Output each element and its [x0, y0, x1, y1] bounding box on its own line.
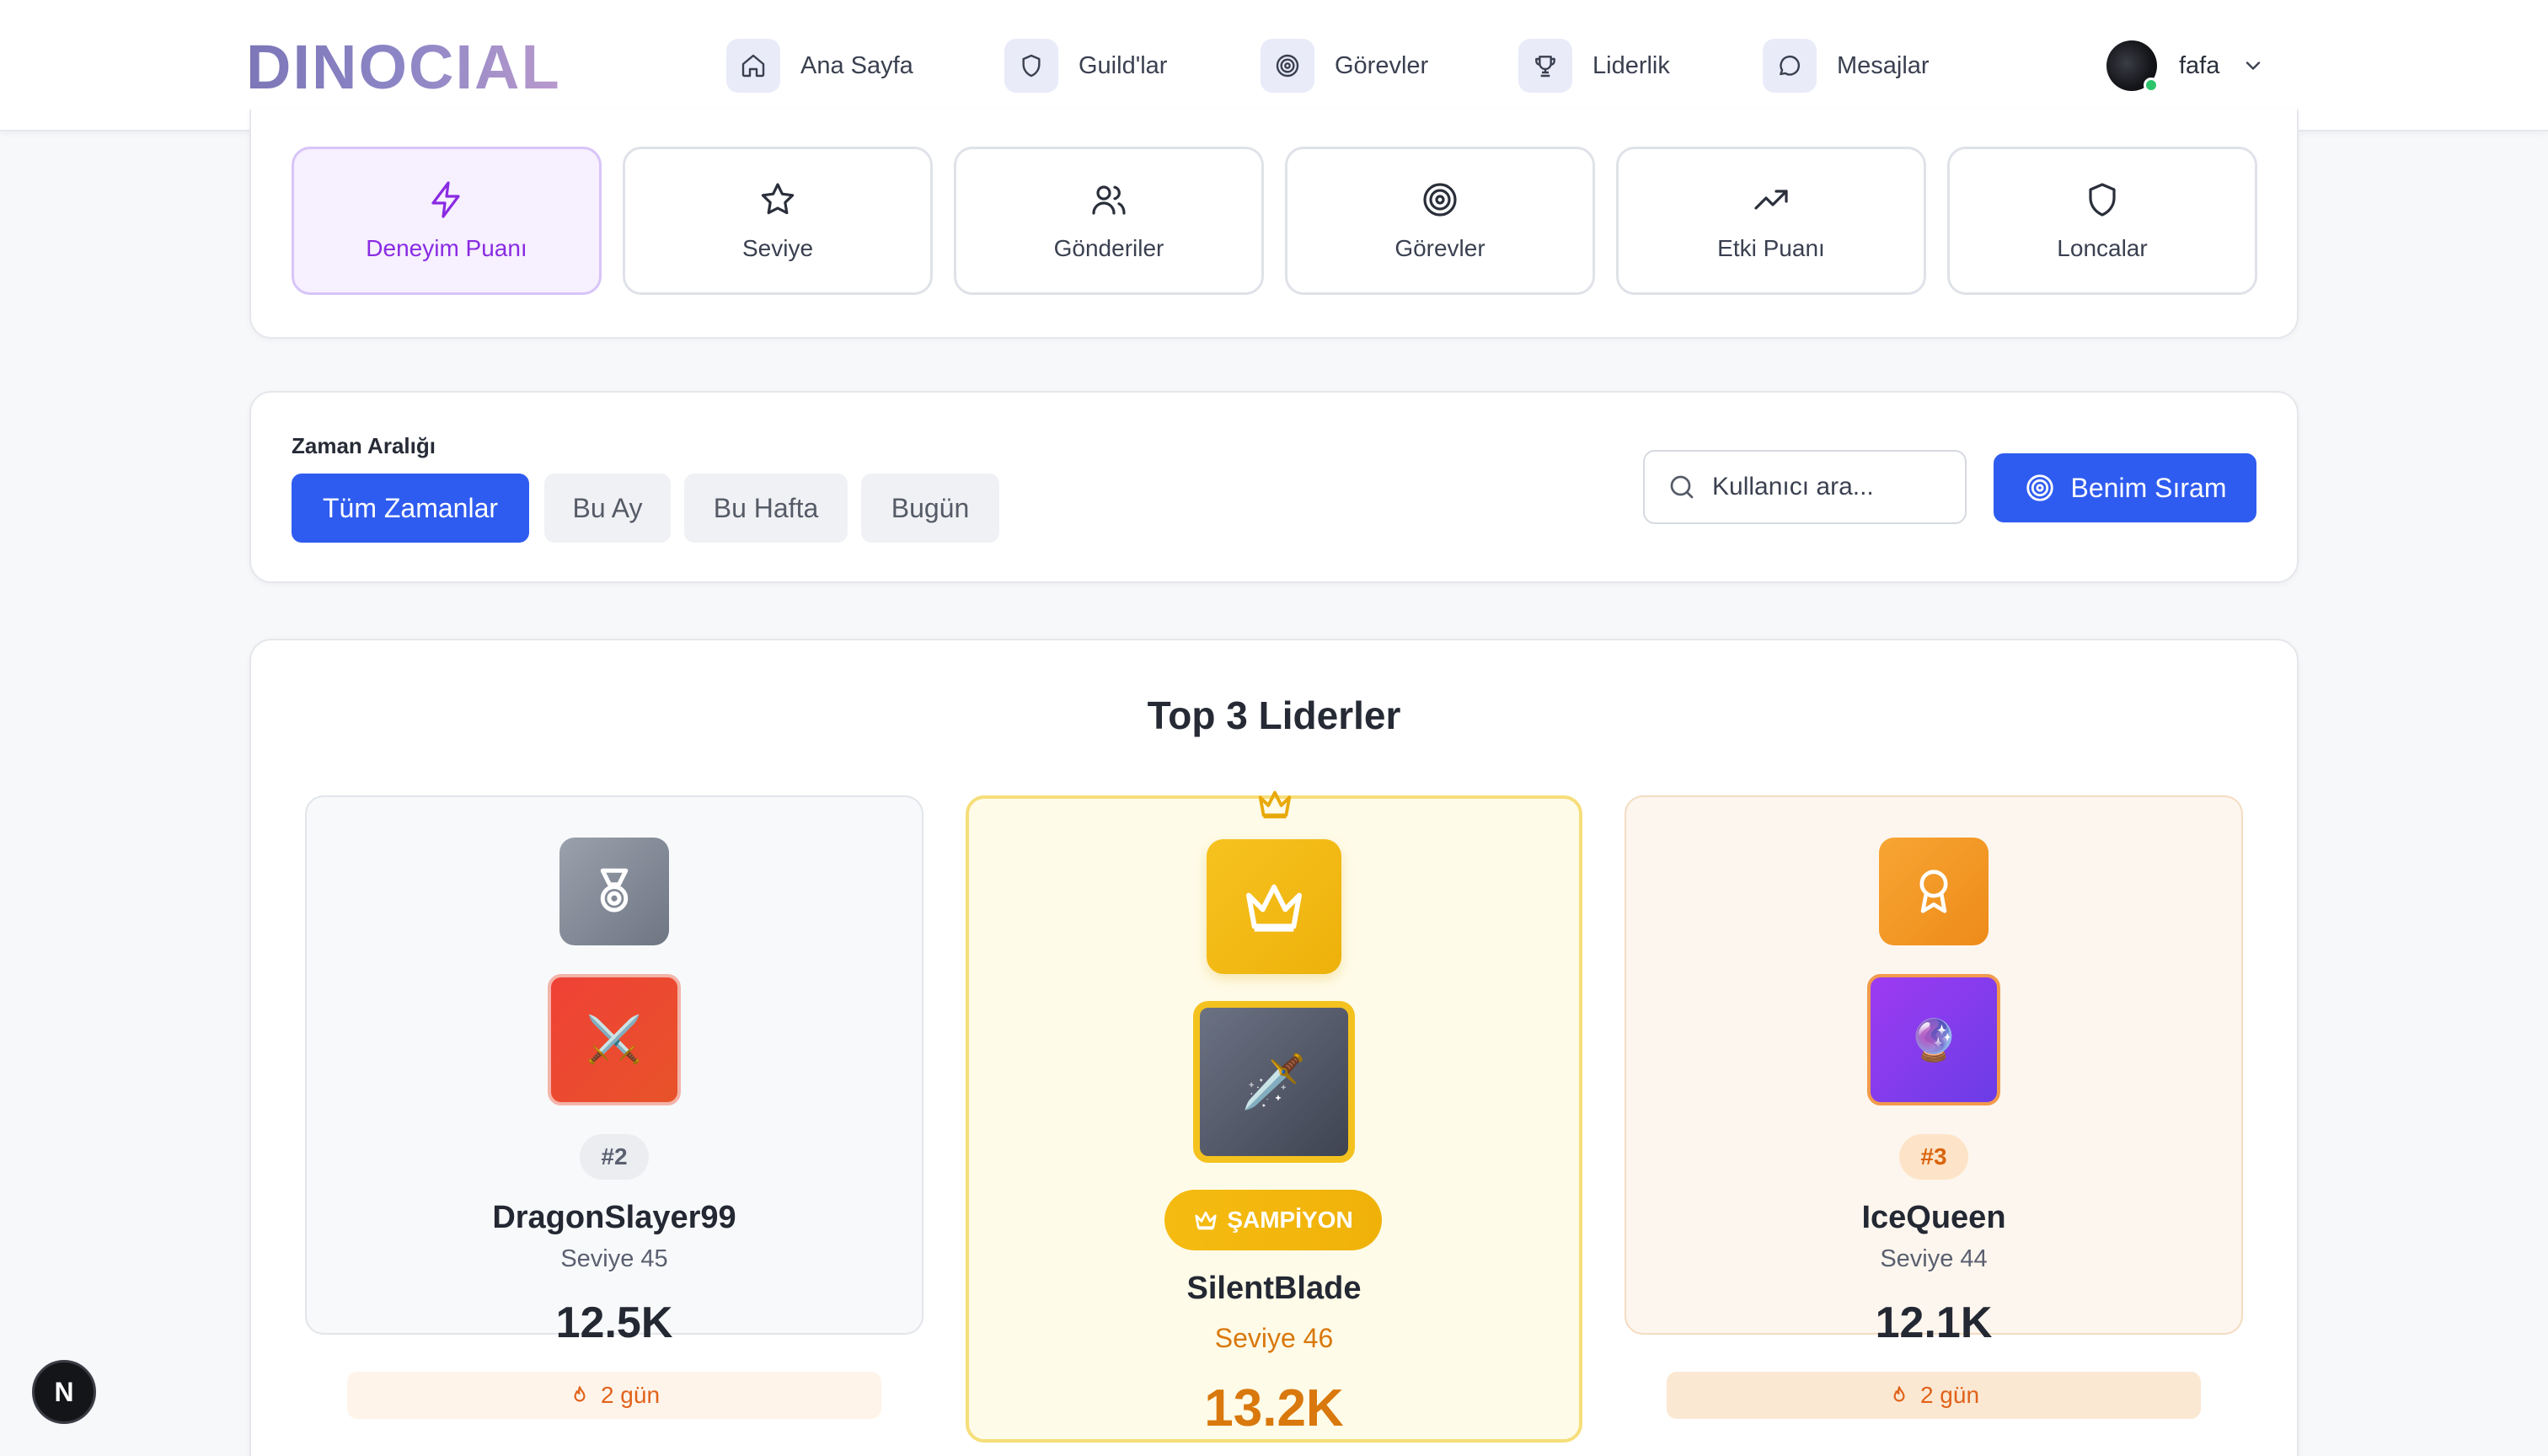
nav-item-messages[interactable]: Mesajlar — [1763, 39, 1930, 93]
lightning-icon — [426, 179, 467, 220]
message-icon — [1763, 39, 1817, 93]
chevron-down-icon — [2241, 54, 2265, 78]
category-guilds[interactable]: Loncalar — [1947, 147, 2257, 295]
range-month-button[interactable]: Bu Ay — [544, 474, 671, 543]
crown-icon — [1255, 787, 1294, 821]
my-rank-button[interactable]: Benim Sıram — [1994, 453, 2256, 522]
dev-tools-button[interactable]: N — [32, 1360, 96, 1424]
nav-item-quests[interactable]: Görevler — [1261, 39, 1428, 93]
avatar: 🔮 — [1867, 974, 2000, 1105]
trending-up-icon — [1751, 179, 1791, 220]
player-score: 12.1K — [1875, 1298, 1993, 1347]
avatar-emoji: ⚔️ — [586, 1014, 643, 1065]
category-label: Gönderiler — [1053, 235, 1164, 261]
trophy-icon — [1518, 39, 1572, 93]
target-icon — [1420, 179, 1460, 220]
flame-icon — [1888, 1384, 1910, 1406]
nav-item-home[interactable]: Ana Sayfa — [726, 39, 913, 93]
rank-badge: #2 — [580, 1134, 649, 1180]
flame-icon — [569, 1384, 591, 1406]
nav-label: Görevler — [1335, 51, 1429, 79]
target-icon — [2024, 472, 2056, 504]
search-icon — [1667, 472, 1697, 502]
nav-label: Mesajlar — [1837, 51, 1930, 79]
rank-badge: #3 — [1899, 1134, 1968, 1180]
user-menu[interactable]: fafa — [2106, 39, 2265, 93]
category-influence[interactable]: Etki Puanı — [1616, 147, 1926, 295]
avatar: ⚔️ — [548, 974, 681, 1105]
category-label: Görevler — [1394, 235, 1485, 261]
player-score: 12.5K — [555, 1298, 673, 1347]
category-label: Etki Puanı — [1717, 235, 1825, 261]
shield-icon — [2082, 179, 2122, 220]
category-level[interactable]: Seviye — [623, 147, 933, 295]
player-name: IceQueen — [1861, 1200, 2006, 1235]
online-indicator — [2144, 78, 2159, 93]
nav-label: Guild'lar — [1079, 51, 1168, 79]
star-icon — [757, 179, 798, 220]
champion-label: ŞAMPİYON — [1227, 1207, 1353, 1233]
nav-item-leaderboard[interactable]: Liderlik — [1518, 39, 1670, 93]
avatar-emoji: 🗡️ — [1241, 1052, 1307, 1111]
award-icon — [1879, 838, 1989, 945]
username: fafa — [2179, 51, 2220, 79]
home-icon — [726, 39, 780, 93]
users-icon — [1089, 179, 1129, 220]
time-range-label: Zaman Aralığı — [292, 433, 436, 458]
range-today-button[interactable]: Bugün — [861, 474, 999, 543]
my-rank-label: Benim Sıram — [2070, 472, 2227, 503]
player-level: Seviye 46 — [1214, 1323, 1334, 1353]
user-search[interactable] — [1643, 450, 1967, 524]
search-input[interactable] — [1712, 473, 1948, 501]
category-label: Loncalar — [2057, 235, 2148, 261]
category-experience[interactable]: Deneyim Puanı — [292, 147, 602, 295]
streak-text: 2 gün — [600, 1382, 661, 1408]
crown-icon — [1207, 839, 1341, 974]
avatar-emoji: 🔮 — [1908, 1018, 1959, 1063]
champion-badge: ŞAMPİYON — [1164, 1190, 1382, 1250]
streak-badge: 2 gün — [1667, 1372, 2201, 1419]
medal-icon — [559, 838, 669, 945]
range-all-time-button[interactable]: Tüm Zamanlar — [292, 474, 529, 543]
player-name: SilentBlade — [1186, 1271, 1362, 1306]
player-level: Seviye 44 — [1880, 1245, 1988, 1272]
player-level: Seviye 45 — [560, 1245, 668, 1272]
nav-item-guilds[interactable]: Guild'lar — [1004, 39, 1167, 93]
streak-text: 2 gün — [1919, 1382, 1980, 1408]
target-icon — [1261, 39, 1314, 93]
nav-label: Liderlik — [1592, 51, 1670, 79]
top3-title: Top 3 Liderler — [1147, 693, 1401, 737]
avatar — [2106, 40, 2159, 93]
logo[interactable]: DINOCIAL — [246, 34, 561, 101]
category-posts[interactable]: Gönderiler — [954, 147, 1264, 295]
avatar: 🗡️ — [1193, 1001, 1355, 1163]
player-score: 13.2K — [1204, 1379, 1344, 1437]
nav-label: Ana Sayfa — [800, 51, 913, 79]
player-name: DragonSlayer99 — [492, 1200, 736, 1235]
shield-icon — [1004, 39, 1058, 93]
range-week-button[interactable]: Bu Hafta — [684, 474, 848, 543]
category-label: Seviye — [741, 235, 814, 261]
category-quests[interactable]: Görevler — [1285, 147, 1595, 295]
category-label: Deneyim Puanı — [366, 235, 527, 261]
streak-badge: 2 gün — [347, 1372, 881, 1419]
crown-icon — [1193, 1209, 1218, 1231]
